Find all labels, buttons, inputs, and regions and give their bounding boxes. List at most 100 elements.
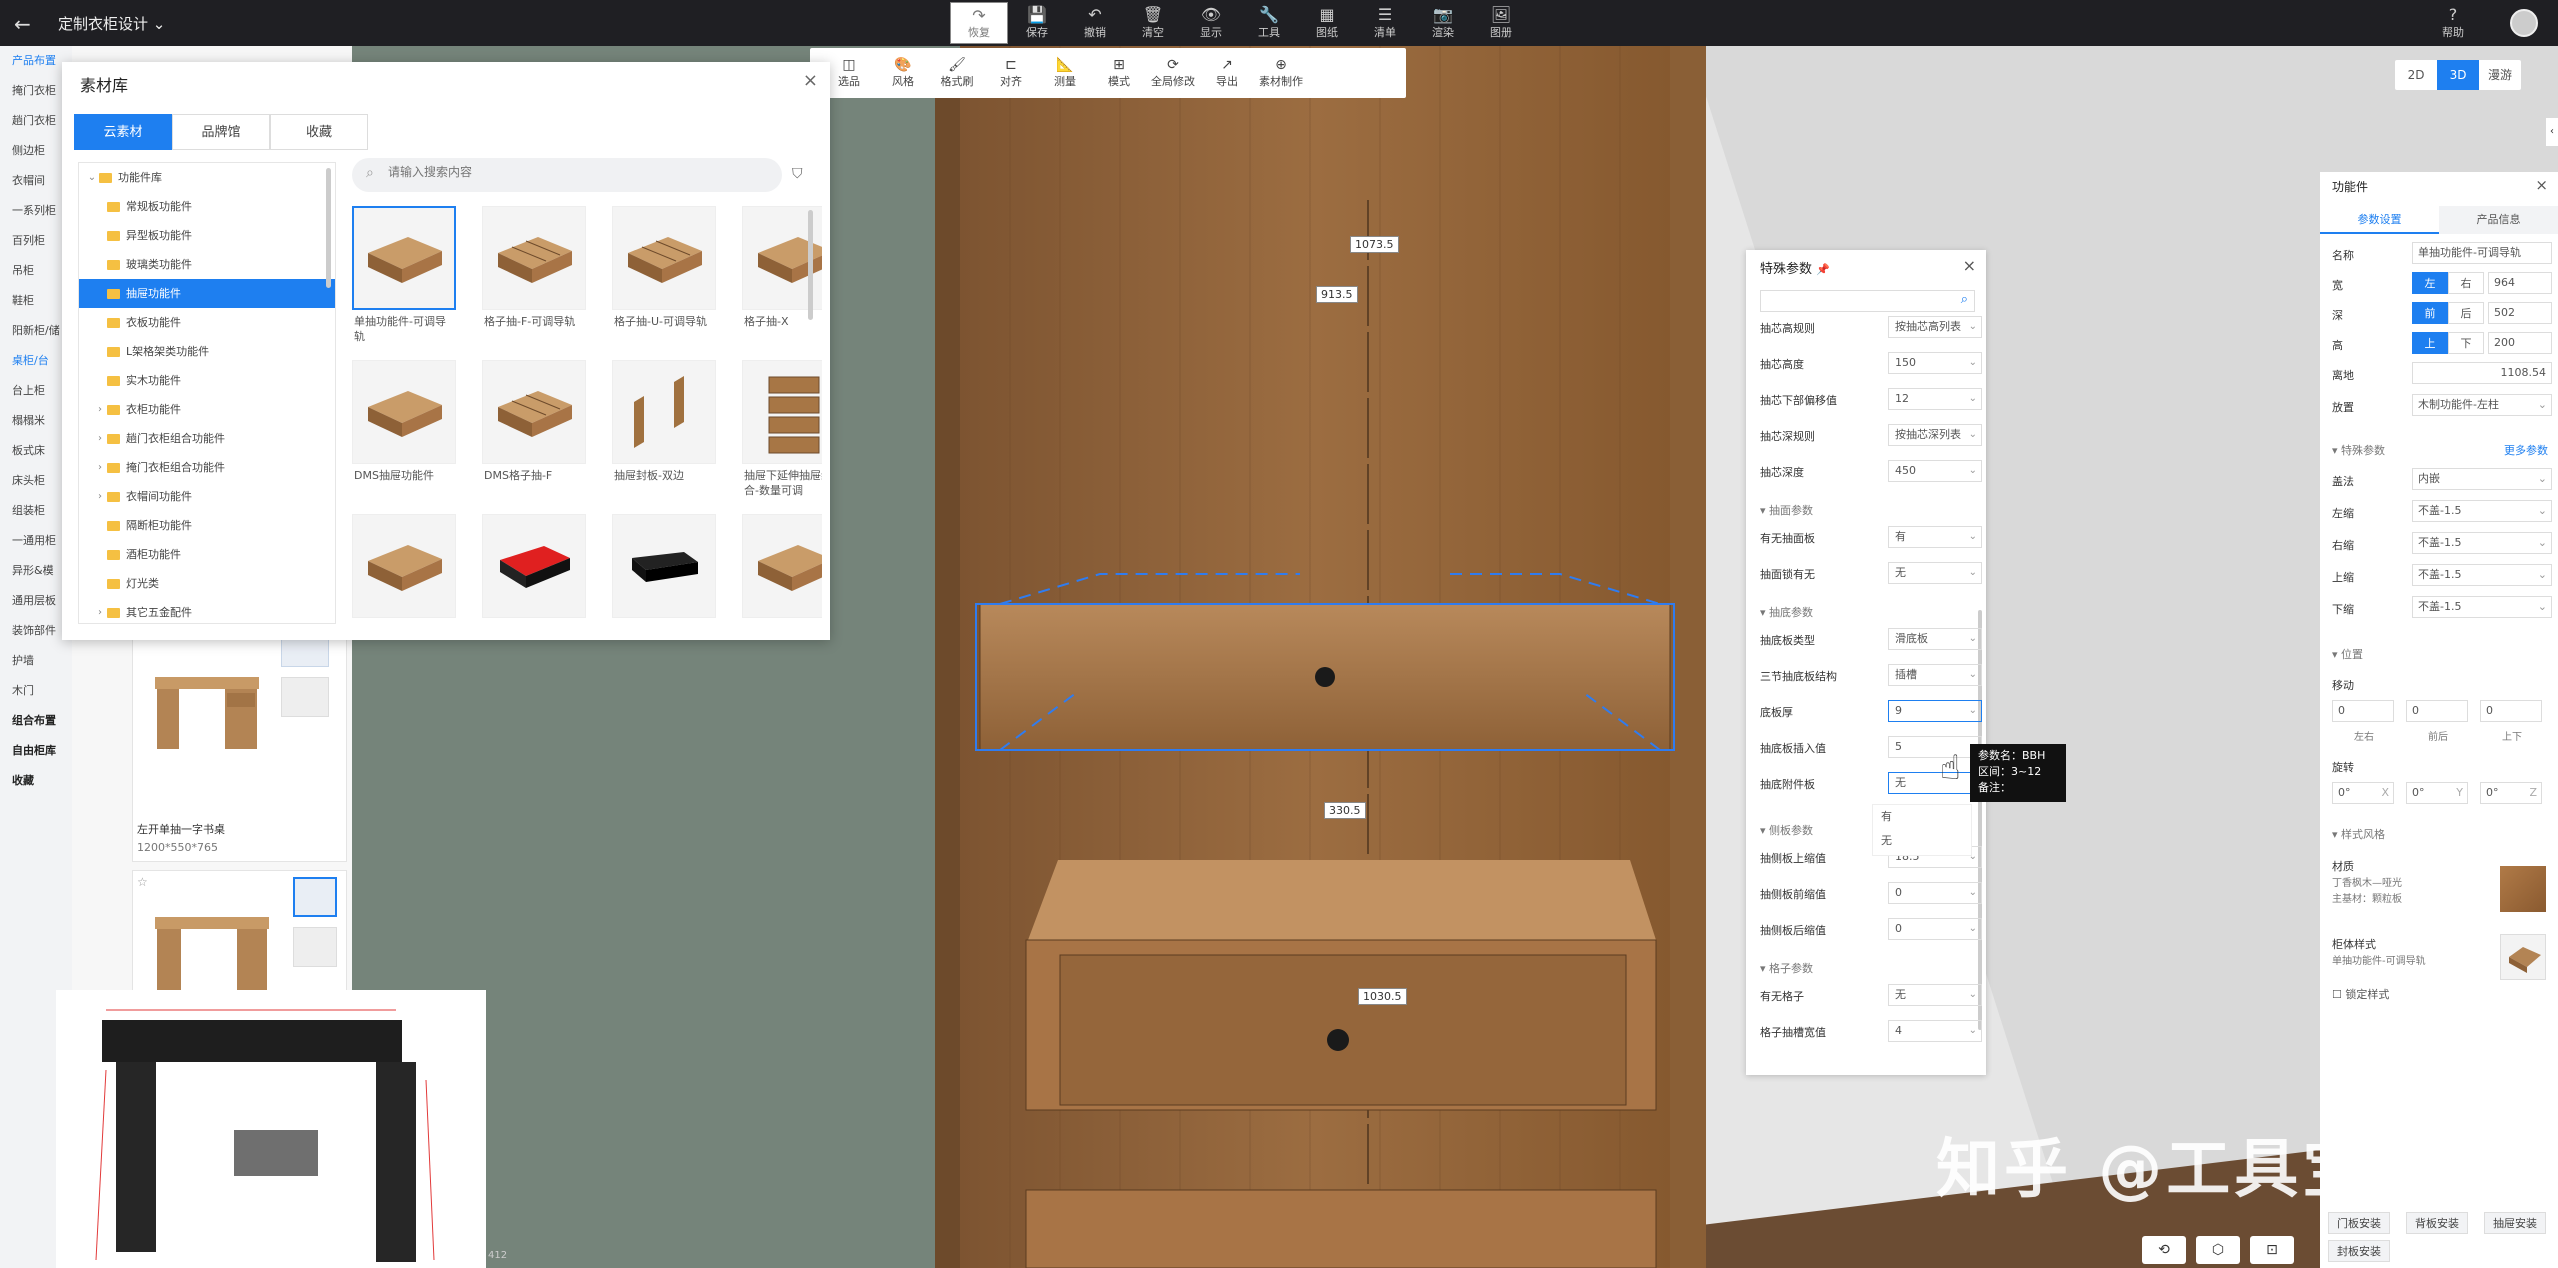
- toolbar-button-1[interactable]: 💾 保存: [1008, 2, 1066, 44]
- app-title[interactable]: 定制衣柜设计 ⌄: [58, 13, 165, 34]
- tree-node[interactable]: › 衣柜功能件: [79, 395, 335, 424]
- variant-thumb[interactable]: [293, 877, 337, 917]
- library-tab-0[interactable]: 云素材: [74, 114, 172, 150]
- toolbar-button-5[interactable]: 👁 显示: [1182, 2, 1240, 44]
- param-value-select[interactable]: 按抽芯深列表 ⌄: [1888, 424, 1982, 446]
- filter-icon[interactable]: ⛉: [792, 166, 803, 182]
- ground-height-input[interactable]: 1108.54: [2412, 362, 2552, 384]
- category-item[interactable]: 自由柜库: [0, 736, 72, 766]
- param-value-select[interactable]: 无⌄: [1888, 984, 1982, 1006]
- tab-params[interactable]: 参数设置: [2320, 206, 2439, 234]
- view-mode-0[interactable]: 2D: [2395, 60, 2437, 90]
- height-down-toggle[interactable]: 下: [2448, 332, 2484, 354]
- variant-thumb[interactable]: [281, 677, 329, 717]
- section-style[interactable]: ▾ 样式风格: [2332, 826, 2385, 842]
- rotate-z-input[interactable]: 0° Z: [2480, 782, 2542, 804]
- pin-icon[interactable]: 📌: [1816, 263, 1830, 276]
- collapse-right-icon[interactable]: ‹: [2546, 118, 2558, 146]
- toolbar-button-9[interactable]: 📷 渲染: [1414, 2, 1472, 44]
- toolbar-button-2[interactable]: ↶ 撤销: [1066, 2, 1124, 44]
- drawer-install-button[interactable]: 抽屉安装: [2484, 1212, 2546, 1234]
- left-shrink-select[interactable]: 不盖-1.5 ⌄: [2412, 500, 2552, 522]
- avatar[interactable]: [2510, 9, 2538, 37]
- lock-style-checkbox[interactable]: ☐ 锁定样式: [2332, 986, 2389, 1002]
- tree-node[interactable]: 衣板功能件: [79, 308, 335, 337]
- tree-node[interactable]: ⌄ 功能件库: [79, 163, 335, 192]
- material-item[interactable]: 抽屉下延伸抽屉组合-数量可调: [742, 360, 822, 508]
- material-item[interactable]: [612, 514, 716, 626]
- depth-back-toggle[interactable]: 后: [2448, 302, 2484, 324]
- category-item[interactable]: 组合布置: [0, 706, 72, 736]
- library-tab-2[interactable]: 收藏: [270, 114, 368, 150]
- subtoolbar-button-1[interactable]: 🎨 风格: [876, 57, 930, 89]
- material-item[interactable]: 格子抽-U-可调导轨: [612, 206, 716, 354]
- tree-node[interactable]: L架格架类功能件: [79, 337, 335, 366]
- param-section-header[interactable]: ▾ 抽面参数: [1760, 502, 1813, 518]
- screenshot-icon[interactable]: ⊡: [2250, 1236, 2294, 1264]
- tree-node[interactable]: 酒柜功能件: [79, 540, 335, 569]
- params-search[interactable]: ⌕: [1760, 290, 1975, 312]
- search-input[interactable]: [388, 165, 768, 179]
- subtoolbar-button-4[interactable]: 📐 测量: [1038, 57, 1092, 89]
- height-up-toggle[interactable]: 上: [2412, 332, 2448, 354]
- name-field[interactable]: 单抽功能件-可调导轨: [2412, 242, 2552, 264]
- width-left-toggle[interactable]: 左: [2412, 272, 2448, 294]
- toolbar-button-8[interactable]: ☰ 清单: [1356, 2, 1414, 44]
- move-y-input[interactable]: 0: [2406, 700, 2468, 722]
- dropdown-option[interactable]: 有: [1873, 805, 1971, 829]
- view-mode-1[interactable]: 3D: [2437, 60, 2479, 90]
- depth-front-toggle[interactable]: 前: [2412, 302, 2448, 324]
- width-right-toggle[interactable]: 右: [2448, 272, 2484, 294]
- subtoolbar-button-6[interactable]: ⟳ 全局修改: [1146, 57, 1200, 89]
- tree-node[interactable]: 常规板功能件: [79, 192, 335, 221]
- toolbar-button-6[interactable]: 🔧 工具: [1240, 2, 1298, 44]
- product-card[interactable]: 左开单抽一字书桌 1200*550*765: [132, 626, 347, 862]
- toolbar-button-7[interactable]: ▦ 图纸: [1298, 2, 1356, 44]
- width-input[interactable]: 964: [2488, 272, 2552, 294]
- move-z-input[interactable]: 0: [2480, 700, 2542, 722]
- material-item[interactable]: DMS格子抽-F: [482, 360, 586, 508]
- down-shrink-select[interactable]: 不盖-1.5 ⌄: [2412, 596, 2552, 618]
- section-special[interactable]: ▾ 特殊参数: [2332, 442, 2385, 458]
- cube-icon[interactable]: ⬡: [2196, 1236, 2240, 1264]
- tree-node[interactable]: 异型板功能件: [79, 221, 335, 250]
- material-item[interactable]: 抽屉封板-双边: [612, 360, 716, 508]
- param-value-select[interactable]: 按抽芯高列表 ⌄: [1888, 316, 1982, 338]
- subtoolbar-button-3[interactable]: ⊏ 对齐: [984, 57, 1038, 89]
- seal-install-button[interactable]: 封板安装: [2328, 1240, 2390, 1262]
- back-arrow-icon[interactable]: ←: [14, 12, 31, 36]
- material-item[interactable]: 格子抽-F-可调导轨: [482, 206, 586, 354]
- back-install-button[interactable]: 背板安装: [2406, 1212, 2468, 1234]
- tree-node[interactable]: 隔断柜功能件: [79, 511, 335, 540]
- param-value-select[interactable]: 滑底板 ⌄: [1888, 628, 1982, 650]
- library-tab-1[interactable]: 品牌馆: [172, 114, 270, 150]
- move-x-input[interactable]: 0: [2332, 700, 2394, 722]
- tree-node[interactable]: › 其它五金配件: [79, 598, 335, 623]
- param-value-select[interactable]: 9 ⌄: [1888, 700, 1982, 722]
- toolbar-button-4[interactable]: 🗑 清空: [1124, 2, 1182, 44]
- param-value-select[interactable]: 无⌄: [1888, 562, 1982, 584]
- door-install-button[interactable]: 门板安装: [2328, 1212, 2390, 1234]
- param-value-select[interactable]: 0 ⌄: [1888, 882, 1982, 904]
- tree-scrollbar[interactable]: [326, 168, 331, 288]
- depth-input[interactable]: 502: [2488, 302, 2552, 324]
- subtoolbar-button-2[interactable]: 🖌 格式刷: [930, 57, 984, 89]
- section-position[interactable]: ▾ 位置: [2332, 646, 2363, 662]
- close-icon[interactable]: ×: [1963, 256, 1976, 275]
- param-section-header[interactable]: ▾ 侧板参数: [1760, 822, 1813, 838]
- material-swatch[interactable]: [2500, 866, 2546, 912]
- material-item[interactable]: [482, 514, 586, 626]
- toolbar-button-10[interactable]: 🖼 图册: [1472, 2, 1530, 44]
- right-shrink-select[interactable]: 不盖-1.5 ⌄: [2412, 532, 2552, 554]
- param-section-header[interactable]: ▾ 格子参数: [1760, 960, 1813, 976]
- param-value-select[interactable]: 插槽 ⌄: [1888, 664, 1982, 686]
- material-item[interactable]: 单抽功能件-可调导轨: [352, 206, 456, 354]
- param-value-select[interactable]: 150 ⌄: [1888, 352, 1982, 374]
- rotate-x-input[interactable]: 0° X: [2332, 782, 2394, 804]
- param-value-select[interactable]: 5⌄: [1888, 736, 1982, 758]
- view-mode-2[interactable]: 漫游: [2479, 60, 2521, 90]
- grid-scrollbar[interactable]: [808, 210, 813, 320]
- material-item[interactable]: [742, 514, 822, 626]
- param-value-select[interactable]: 0 ⌄: [1888, 918, 1982, 940]
- dropdown-option[interactable]: 无: [1873, 829, 1971, 853]
